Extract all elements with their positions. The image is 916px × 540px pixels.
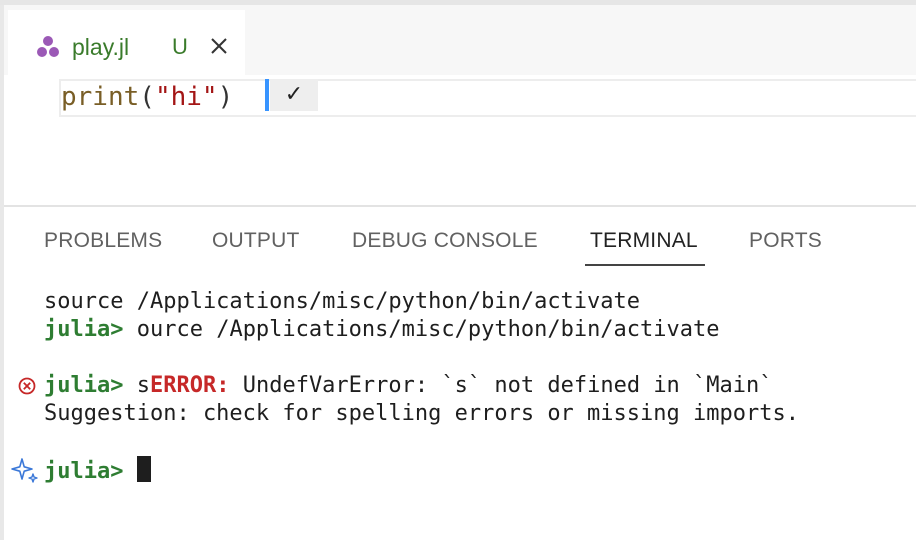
code-function-token: print [61,82,140,112]
sparkle-icon[interactable] [10,456,40,486]
julia-prompt: julia> [44,317,124,342]
error-circle-icon[interactable] [18,377,36,395]
editor-tab-bar: play.jl U [4,5,916,80]
terminal-output[interactable]: s ource /Applications/misc/python/bin/act… [4,207,916,484]
code-paren-open: ( [139,82,155,112]
close-icon[interactable] [208,35,230,57]
tab-filename: play.jl [72,34,130,60]
terminal-line: julia> sERROR: UndefVarError: `s` not de… [44,372,773,400]
cell-result-marker [265,79,269,111]
terminal-cursor [136,456,151,482]
julia-prompt: julia> [44,459,124,484]
untracked-status-badge: U [172,34,188,59]
terminal-line: julia> ource /Applications/misc/python/b… [44,316,720,344]
terminal-line: source /Applications/misc/python/bin/act… [44,289,641,314]
code-editor[interactable]: print("hi") ✓ [4,75,916,205]
error-label: ERROR: [149,373,230,398]
bottom-panel: PROBLEMS OUTPUT DEBUG CONSOLE TERMINAL P… [4,207,916,540]
editor-tab-play-jl[interactable]: play.jl U [8,10,245,80]
code-line[interactable]: print("hi") [61,77,233,117]
code-string-token: "hi" [154,82,218,112]
terminal-line-text: ource /Applications/misc/python/bin/acti… [123,317,720,342]
terminal-line: Suggestion: check for spelling errors or… [44,401,799,426]
error-message: UndefVarError: `s` not defined in `Main` [229,373,773,398]
inline-result-check[interactable]: ✓ [270,79,318,111]
terminal-line: julia> [44,456,151,484]
terminal-input-text: s [123,373,150,398]
code-paren-close: ) [217,82,234,112]
julia-dots-icon [37,36,59,57]
julia-prompt: julia> [44,373,124,398]
